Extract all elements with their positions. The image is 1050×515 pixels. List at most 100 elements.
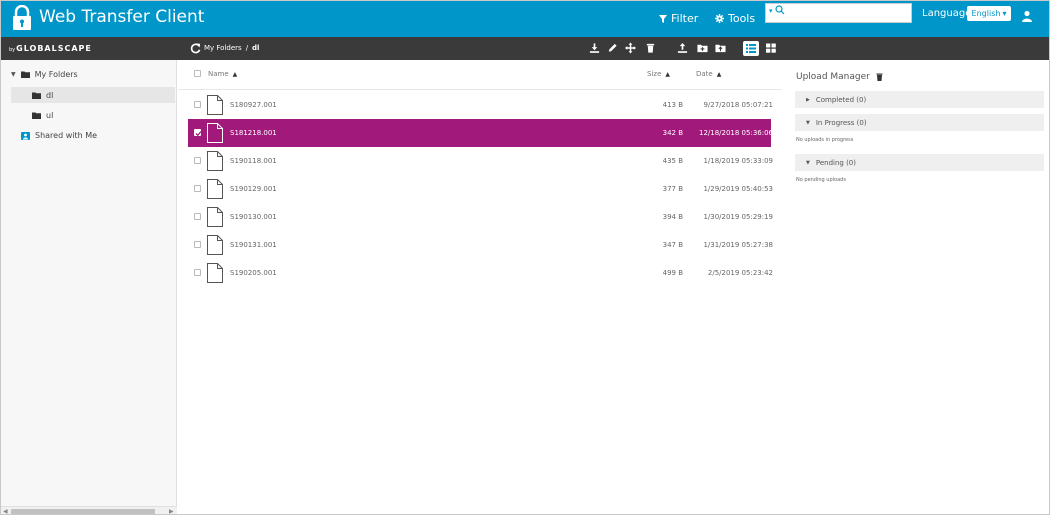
language-select[interactable]: English ▾ — [967, 6, 1011, 21]
checkmark-icon — [195, 131, 202, 137]
breadcrumb: My Folders / dl — [204, 44, 259, 52]
upload-icon[interactable] — [677, 42, 688, 54]
breadcrumb-my-folders[interactable]: My Folders — [204, 44, 242, 52]
tree-item-label: dl — [46, 91, 54, 100]
shared-icon — [21, 131, 30, 140]
refresh-icon[interactable] — [190, 42, 201, 54]
pending-section-header[interactable]: ▼ Pending (0) — [795, 154, 1044, 171]
file-icon — [207, 179, 223, 199]
tree-item-shared-with-me[interactable]: Shared with Me — [21, 131, 97, 140]
search-input[interactable] — [788, 5, 908, 21]
row-checkbox-checked[interactable] — [194, 129, 202, 137]
file-date: 9/27/2018 05:07:21 — [703, 101, 773, 109]
rename-pencil-icon[interactable] — [607, 42, 618, 54]
tools-label: Tools — [728, 12, 756, 25]
breadcrumb-dl[interactable]: dl — [252, 44, 259, 52]
move-icon[interactable] — [625, 42, 636, 54]
language-value: English — [971, 9, 1001, 18]
search-icon — [775, 5, 785, 15]
pending-empty-note: No pending uploads — [796, 177, 846, 183]
sort-ascending-icon: ▲ — [665, 70, 670, 78]
file-icon — [207, 151, 223, 171]
row-checkbox[interactable] — [194, 213, 201, 220]
file-icon — [207, 95, 223, 115]
folder-tree-sidebar: ▼ My Folders dl ul Shared with Me ◀ ▶ — [1, 60, 177, 514]
file-date: 1/30/2019 05:29:19 — [703, 213, 773, 221]
sidebar-horizontal-scrollbar[interactable]: ◀ ▶ — [1, 506, 177, 514]
search-dropdown-icon[interactable]: ▾ — [769, 7, 773, 15]
file-name: S180927.001 — [230, 101, 277, 109]
scroll-left-arrow-icon[interactable]: ◀ — [3, 508, 8, 514]
tree-item-label: ul — [46, 111, 54, 120]
file-row[interactable]: S190129.001 377 B 1/29/2019 05:40:53 — [188, 175, 773, 203]
file-date: 2/5/2019 05:23:42 — [707, 269, 773, 277]
sort-ascending-icon: ▲ — [716, 70, 722, 78]
file-row[interactable]: S190130.001 394 B 1/30/2019 05:29:19 — [188, 203, 773, 231]
caret-down-icon: ▼ — [806, 159, 810, 166]
file-row[interactable]: S190118.001 435 B 1/18/2019 05:33:09 — [188, 147, 773, 175]
trash-icon[interactable] — [645, 42, 656, 54]
row-checkbox[interactable] — [194, 241, 201, 248]
upload-manager-title: Upload Manager — [796, 72, 883, 82]
new-folder-icon[interactable] — [697, 42, 708, 54]
download-icon[interactable] — [589, 42, 600, 54]
grid-view-icon[interactable] — [766, 42, 776, 54]
column-header-name[interactable]: Name ▲ — [208, 70, 237, 78]
file-row[interactable]: S190131.001 347 B 1/31/2019 05:27:38 — [188, 231, 773, 259]
tools-button[interactable]: Tools — [715, 12, 755, 25]
trash-icon[interactable] — [876, 73, 883, 81]
file-size: 377 B — [662, 185, 683, 193]
caret-right-icon: ▶ — [806, 96, 810, 103]
breadcrumb-separator: / — [245, 44, 249, 52]
file-size: 347 B — [662, 241, 683, 249]
folder-icon — [32, 112, 41, 119]
search-box[interactable]: ▾ — [765, 3, 912, 23]
tree-item-dl[interactable]: dl — [32, 91, 53, 100]
row-checkbox[interactable] — [194, 269, 201, 276]
scroll-right-arrow-icon[interactable]: ▶ — [169, 508, 174, 514]
row-checkbox[interactable] — [194, 157, 201, 164]
user-icon[interactable] — [1021, 10, 1033, 22]
file-icon — [207, 123, 223, 143]
scrollbar-thumb[interactable] — [11, 509, 155, 514]
column-header-size[interactable]: Size ▲ — [647, 70, 670, 78]
completed-section-header[interactable]: ▶ Completed (0) — [795, 91, 1044, 108]
file-row[interactable]: S190205.001 499 B 2/5/2019 05:23:42 — [188, 259, 773, 287]
file-size: 435 B — [662, 157, 683, 165]
file-date: 12/18/2018 05:36:06 — [698, 129, 773, 137]
chevron-down-icon: ▾ — [1002, 9, 1007, 18]
list-view-button[interactable] — [743, 41, 759, 56]
row-checkbox[interactable] — [194, 185, 201, 192]
tree-item-ul[interactable]: ul — [32, 111, 53, 120]
filter-button[interactable]: Filter — [659, 12, 698, 25]
caret-down-icon[interactable]: ▼ — [11, 71, 16, 78]
file-name: S190129.001 — [230, 185, 277, 193]
row-checkbox[interactable] — [194, 101, 201, 108]
upload-folder-icon[interactable] — [715, 42, 726, 54]
file-row-selected[interactable]: S181218.001 342 B 12/18/2018 05:36:06 — [188, 119, 773, 147]
tree-item-label: Shared with Me — [35, 131, 98, 140]
file-name: S190130.001 — [230, 213, 277, 221]
file-list-header: Name ▲ Size ▲ Date ▲ — [178, 60, 782, 90]
file-name: S190131.001 — [230, 241, 277, 249]
brand-logo: byGLOBALSCAPE — [9, 44, 92, 53]
file-name: S190118.001 — [230, 157, 277, 165]
select-all-checkbox[interactable] — [194, 70, 201, 77]
file-date: 1/18/2019 05:33:09 — [703, 157, 773, 165]
file-date: 1/31/2019 05:27:38 — [703, 241, 773, 249]
file-size: 413 B — [662, 101, 683, 109]
file-size: 342 B — [662, 129, 683, 137]
funnel-icon — [659, 14, 667, 23]
in-progress-section-header[interactable]: ▼ In Progress (0) — [795, 114, 1044, 131]
file-date: 1/29/2019 05:40:53 — [703, 185, 773, 193]
column-header-date[interactable]: Date ▲ — [696, 70, 721, 78]
top-header: Web Transfer Client Filter Tools ▾ Langu… — [1, 1, 1049, 37]
file-icon — [207, 263, 223, 283]
folder-icon — [20, 71, 30, 78]
file-icon — [207, 235, 223, 255]
file-row[interactable]: S180927.001 413 B 9/27/2018 05:07:21 — [188, 91, 773, 119]
file-size: 499 B — [662, 269, 683, 277]
tree-item-my-folders[interactable]: ▼ My Folders — [11, 70, 78, 79]
upload-manager-panel: Upload Manager ▶ Completed (0) ▼ In Prog… — [782, 60, 1049, 514]
app-title: Web Transfer Client — [39, 7, 205, 27]
